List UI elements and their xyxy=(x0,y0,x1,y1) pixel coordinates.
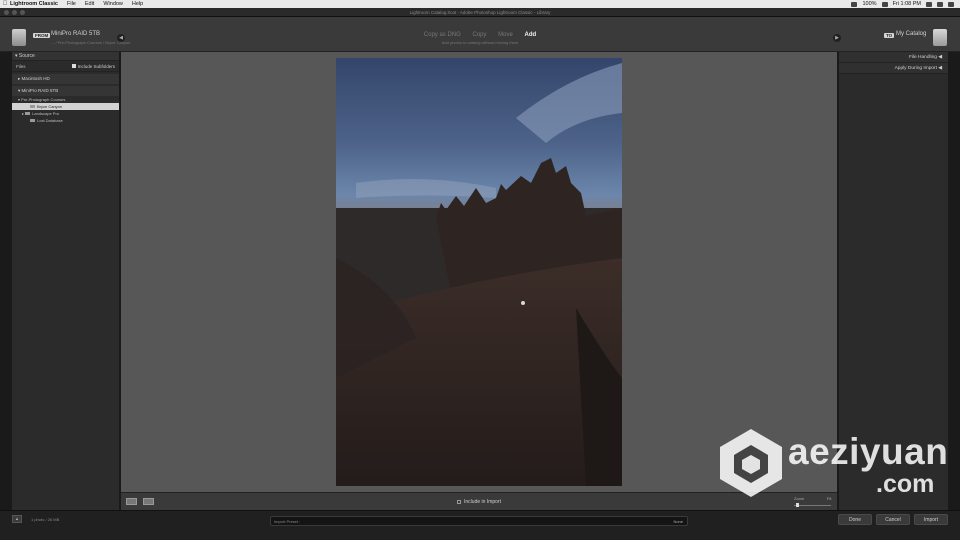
import-button[interactable]: Import xyxy=(914,514,948,525)
menu-app[interactable]: Lightroom Classic xyxy=(10,1,58,7)
folder-parent[interactable]: ▾ Pre-Photograph Courses xyxy=(12,96,119,103)
zoom-slider[interactable] xyxy=(794,505,831,506)
minimize-window-icon[interactable] xyxy=(12,10,17,15)
wifi-icon[interactable] xyxy=(851,1,858,7)
folder-label: Pre-Photograph Courses xyxy=(21,97,66,102)
drive-macintosh-hd[interactable]: ▸ Macintosh HD xyxy=(12,74,119,84)
import-modes: Copy as DNG Copy Move Add xyxy=(0,32,960,38)
battery-percent: 100% xyxy=(862,1,877,7)
drive-label: Macintosh HD xyxy=(21,76,50,81)
folder-label: Landscape Pro xyxy=(32,111,60,116)
siri-icon[interactable] xyxy=(937,1,943,7)
window-titlebar: Lightroom Catalog.lrcat - Adobe Photosho… xyxy=(0,8,960,17)
apple-icon[interactable]:  xyxy=(0,1,10,7)
import-bottom-bar: ▲ 1 photo / 26 MB Import Preset : None D… xyxy=(0,510,960,540)
done-button[interactable]: Done xyxy=(838,514,872,525)
watermark-logo-icon xyxy=(720,429,782,497)
mode-move[interactable]: Move xyxy=(498,32,513,38)
source-title: Source xyxy=(18,53,35,59)
menubar-status: 100% Fri 1:08 PM xyxy=(851,0,954,8)
watermark-domain: .com xyxy=(876,470,935,498)
watermark-word: aeziyuan xyxy=(788,431,949,472)
folder-label: Bryce Canyon xyxy=(37,104,63,109)
preview-photo[interactable] xyxy=(336,58,622,486)
mode-add[interactable]: Add xyxy=(525,32,537,38)
include-subfolders-checkbox[interactable]: Include Subfolders xyxy=(71,61,115,72)
folder-icon xyxy=(30,105,35,109)
drive-label: MiniPro RAID 5TB xyxy=(21,88,59,93)
include-checkbox-icon[interactable] xyxy=(457,499,462,504)
files-label: Files xyxy=(16,64,26,69)
checkbox-icon xyxy=(71,64,76,68)
search-icon[interactable] xyxy=(926,1,932,7)
folder-tree: ▾ Pre-Photograph Courses Bryce Canyon ▸ … xyxy=(12,96,119,124)
mode-description: Add photos to catalog without moving the… xyxy=(441,40,519,45)
apply-during-import-header[interactable]: Apply During Import ◀ xyxy=(839,63,948,74)
folder-label: Lost Database xyxy=(37,118,63,123)
clock[interactable]: Fri 1:08 PM xyxy=(893,1,921,7)
file-handling-header[interactable]: File Handling ◀ xyxy=(839,52,948,63)
folder-landscape-pro[interactable]: ▸ Landscape Pro xyxy=(12,110,119,117)
menu-help[interactable]: Help xyxy=(132,1,143,7)
include-label: Include in Import xyxy=(464,499,501,505)
menu-icon[interactable] xyxy=(948,1,954,7)
window-title: Lightroom Catalog.lrcat - Adobe Photosho… xyxy=(409,10,551,15)
folder-lost-database[interactable]: Lost Database xyxy=(12,117,119,124)
panel-label: Apply During Import xyxy=(894,66,937,71)
right-arrow-icon[interactable]: ▶ xyxy=(833,34,841,42)
source-panel: ▾ Source Files Include Subfolders ▸ Maci… xyxy=(12,52,120,510)
mode-copy[interactable]: Copy xyxy=(472,32,486,38)
folder-bryce-canyon[interactable]: Bryce Canyon xyxy=(12,103,119,110)
cancel-button[interactable]: Cancel xyxy=(876,514,910,525)
folder-icon xyxy=(30,119,35,123)
zoom-window-icon[interactable] xyxy=(20,10,25,15)
menu-window[interactable]: Window xyxy=(103,1,123,7)
catalog-icon[interactable] xyxy=(933,29,947,46)
preset-value: None xyxy=(673,519,683,524)
battery-icon[interactable] xyxy=(881,1,888,7)
files-row: Files Include Subfolders xyxy=(12,61,119,72)
watermark: aeziyuan .com xyxy=(716,425,956,505)
expand-icon[interactable]: ▲ xyxy=(12,515,22,523)
close-window-icon[interactable] xyxy=(4,10,9,15)
traffic-lights xyxy=(4,10,25,15)
mode-copy-dng[interactable]: Copy as DNG xyxy=(424,32,461,38)
destination-name[interactable]: My Catalog xyxy=(896,31,926,37)
preset-label: Import Preset : xyxy=(274,519,301,524)
import-summary: 1 photo / 26 MB xyxy=(31,517,60,522)
folder-icon xyxy=(25,112,31,116)
canyon-photo-image xyxy=(336,58,622,486)
import-header: FROM MiniPro RAID 5TB ... / Pre-Photogra… xyxy=(0,17,960,52)
menu-file[interactable]: File xyxy=(67,1,76,7)
macos-menubar:  Lightroom Classic File Edit Window Hel… xyxy=(0,0,960,8)
menu-edit[interactable]: Edit xyxy=(85,1,94,7)
include-subfolders-label: Include Subfolders xyxy=(77,64,115,69)
import-preset-select[interactable]: Import Preset : None xyxy=(270,516,688,526)
drive-minipro[interactable]: ▾ MiniPro RAID 5TB xyxy=(12,86,119,96)
source-header[interactable]: ▾ Source xyxy=(12,52,119,61)
panel-label: File Handling xyxy=(908,55,937,60)
to-badge: TO xyxy=(884,33,895,38)
